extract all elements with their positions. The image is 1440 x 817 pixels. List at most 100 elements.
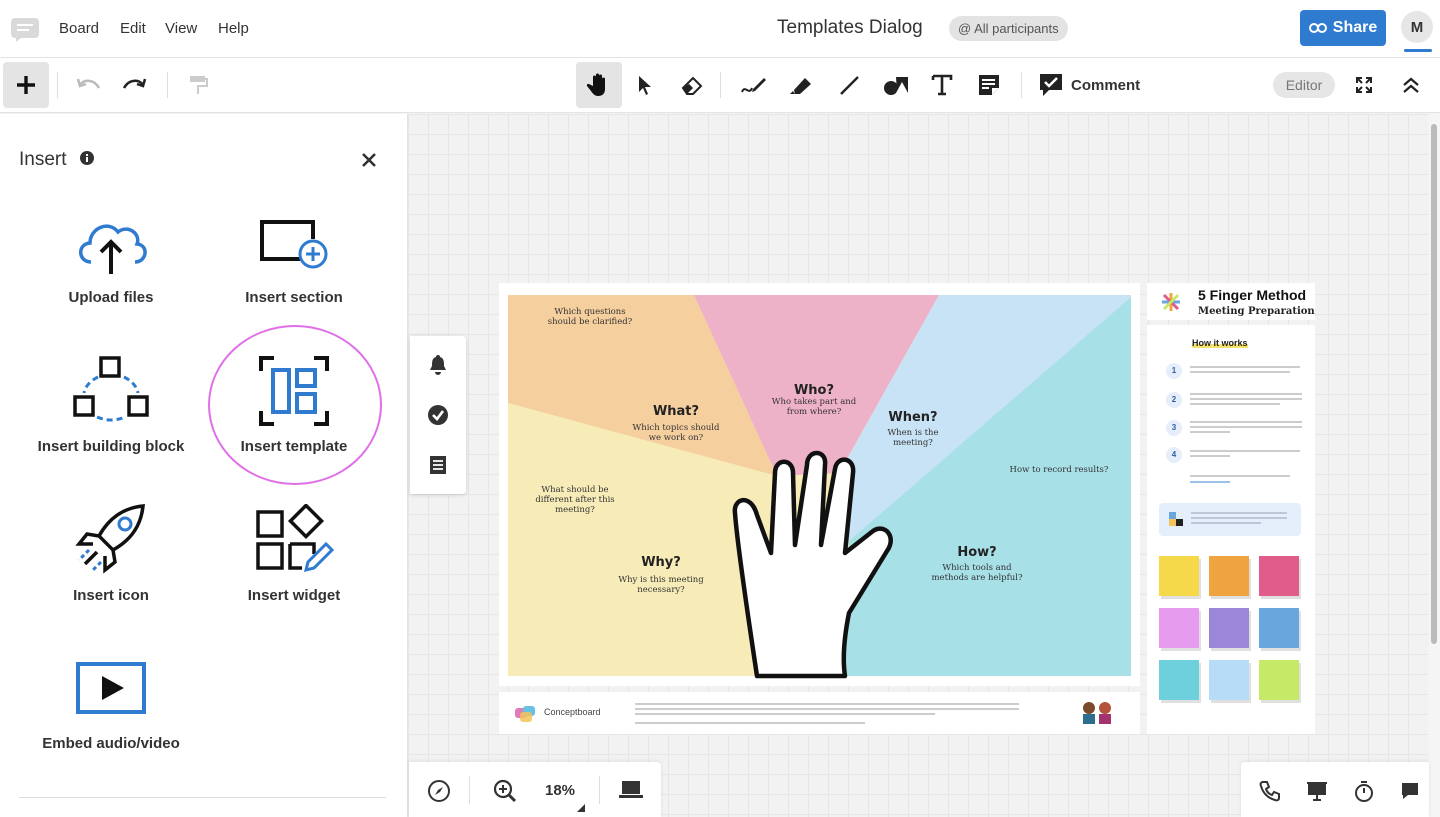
bell-icon[interactable] [426, 353, 450, 377]
insert-icon-item[interactable]: Insert icon [21, 504, 201, 634]
hand-tool-button[interactable] [576, 62, 622, 108]
authors-illustration [1083, 702, 1111, 724]
rocket-icon [75, 504, 145, 574]
template-board[interactable]: Which questions should be clarified? Wha… [499, 283, 1140, 686]
info-icon[interactable] [80, 151, 94, 165]
step-number: 2 [1166, 392, 1182, 408]
insert-button[interactable] [3, 62, 49, 108]
insert-template-item[interactable]: Insert template [204, 355, 384, 485]
template-icon [259, 356, 329, 426]
shape-tool-button[interactable] [873, 62, 919, 108]
record-text: How to record results? [1009, 465, 1109, 475]
pen-tool-button[interactable] [731, 62, 777, 108]
chat-icon[interactable] [1399, 780, 1421, 802]
sticky-note-icon [979, 75, 999, 95]
text-tool-button[interactable] [919, 62, 965, 108]
highlighter-tool-button[interactable] [778, 62, 824, 108]
paint-roller-icon [190, 76, 208, 94]
redo-button[interactable] [111, 62, 157, 108]
upload-files-item[interactable]: Upload files [21, 214, 201, 344]
collapse-toolbar-button[interactable] [1388, 62, 1434, 108]
pointer-icon [639, 76, 651, 95]
toolbar-divider [57, 72, 58, 98]
video-play-icon [76, 662, 146, 714]
color-burst-icon [1162, 293, 1180, 311]
sticky-note-tool-button[interactable] [966, 62, 1012, 108]
sticky-note-swatch [1209, 608, 1249, 648]
embed-audio-video-item[interactable]: Embed audio/video [21, 661, 201, 791]
conceptboard-logo-icon [515, 706, 535, 722]
embed-audio-video-label: Embed audio/video [42, 735, 180, 752]
fullscreen-button[interactable] [1341, 62, 1387, 108]
section-add-icon [260, 220, 328, 269]
undo-button[interactable] [66, 62, 112, 108]
share-button[interactable]: Share [1300, 10, 1386, 46]
avatar[interactable]: M [1401, 11, 1433, 43]
text-icon [931, 74, 953, 96]
zoom-level[interactable]: 18% [545, 782, 575, 799]
learn-more-line [1190, 475, 1290, 477]
template-subtitle: Meeting Preparation [1198, 306, 1315, 317]
zoom-in-icon[interactable] [493, 779, 517, 803]
insert-building-block-label: Insert building block [37, 438, 185, 455]
eraser-icon [681, 76, 703, 95]
insert-template-label: Insert template [240, 438, 348, 455]
panel-divider [19, 797, 386, 798]
menu-view[interactable]: View [165, 20, 197, 37]
check-circle-icon[interactable] [426, 403, 450, 427]
board-title[interactable]: Templates Dialog [777, 17, 923, 39]
comment-tool-button[interactable] [1028, 62, 1074, 108]
questions-text: Which questions should be clarified? [547, 307, 633, 327]
widget-icon [256, 504, 334, 573]
bottom-left-bar: 18% [409, 762, 661, 817]
insert-building-block-item[interactable]: Insert building block [21, 355, 201, 485]
comment-label[interactable]: Comment [1071, 77, 1140, 94]
how-text: Which tools and methods are helpful? [931, 563, 1023, 583]
why-heading: Why? [641, 555, 681, 570]
step-number: 4 [1166, 447, 1182, 463]
list-icon[interactable] [426, 453, 450, 477]
building-block-icon [73, 356, 149, 422]
toolbar: Comment Editor [0, 58, 1440, 113]
select-tool-button[interactable] [622, 62, 668, 108]
presentation-icon[interactable] [1306, 780, 1328, 802]
menu-board[interactable]: Board [59, 20, 99, 37]
side-tools [410, 336, 466, 494]
hand-icon [586, 73, 605, 96]
different-text: What should be different after this meet… [535, 485, 615, 515]
timer-icon[interactable] [1353, 780, 1375, 802]
compass-icon[interactable] [427, 779, 451, 803]
footer-text-line [635, 722, 865, 724]
eraser-tool-button[interactable] [669, 62, 715, 108]
insert-panel: Insert Upload files Insert section Inser… [0, 114, 408, 817]
how-heading: How? [957, 545, 997, 560]
what-text: Which topics should we work on? [632, 423, 720, 443]
who-heading: Who? [793, 383, 835, 398]
menu-help[interactable]: Help [218, 20, 249, 37]
format-painter-button[interactable] [175, 62, 221, 108]
menu-edit[interactable]: Edit [120, 20, 146, 37]
insert-widget-label: Insert widget [247, 587, 341, 604]
app-logo-icon[interactable] [10, 17, 40, 43]
laptop-icon[interactable] [618, 780, 644, 800]
sticky-note-swatch [1159, 608, 1199, 648]
close-icon[interactable] [360, 151, 378, 169]
sticky-note-swatch [1259, 556, 1299, 596]
participants-badge[interactable]: @ All participants [949, 16, 1068, 41]
upload-files-label: Upload files [68, 289, 154, 306]
insert-widget-item[interactable]: Insert widget [204, 504, 384, 634]
step-number: 3 [1166, 420, 1182, 436]
pen-icon [741, 78, 766, 93]
phone-icon[interactable] [1259, 780, 1281, 802]
scrollbar-thumb[interactable] [1431, 124, 1437, 644]
panel-title: Insert [19, 149, 67, 170]
line-tool-button[interactable] [826, 62, 872, 108]
vertical-scrollbar[interactable] [1429, 114, 1440, 817]
toolbar-divider [1021, 72, 1022, 98]
insert-section-label: Insert section [245, 289, 343, 306]
sticky-note-swatch [1159, 660, 1199, 700]
editor-role-badge[interactable]: Editor [1273, 72, 1335, 98]
template-title: 5 Finger Method [1198, 287, 1307, 303]
learn-more-link [1190, 481, 1230, 483]
plus-icon [17, 76, 35, 94]
